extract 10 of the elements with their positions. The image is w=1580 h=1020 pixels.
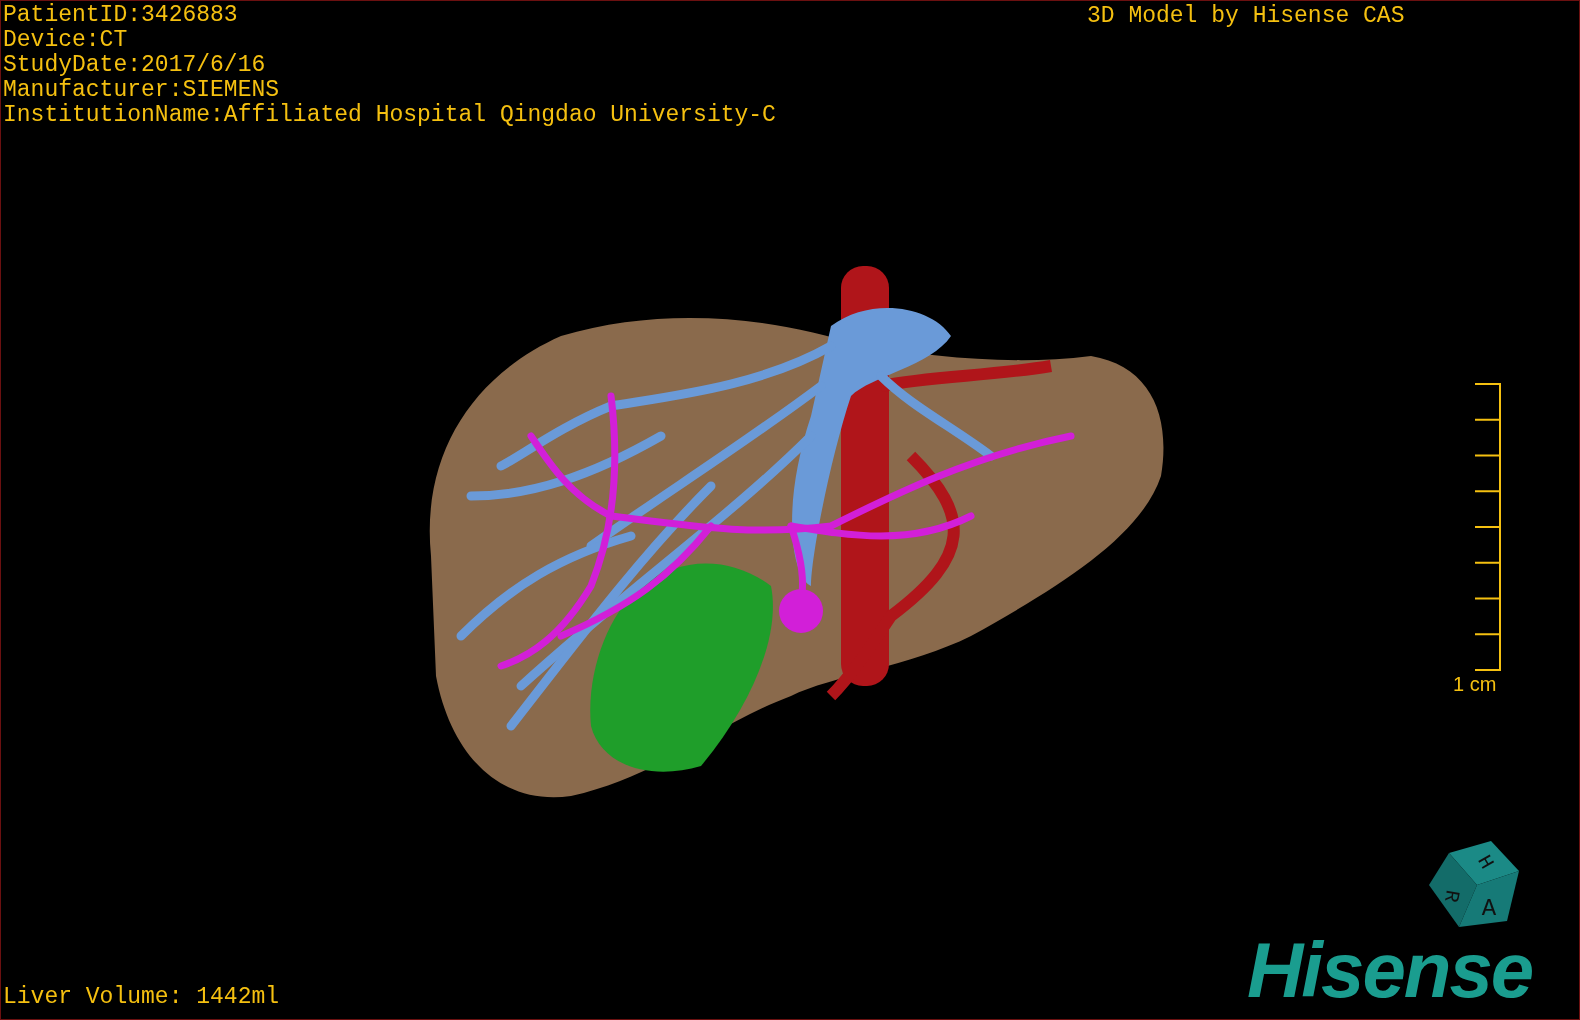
info-text: Device:CT xyxy=(3,28,129,53)
logo-text: Hisense xyxy=(1247,929,1533,1011)
scale-bar-icon xyxy=(1475,383,1503,671)
info-text: StudyDate:2017/6/16 xyxy=(3,53,267,78)
model-credit-text: 3D Model by Hisense CAS xyxy=(1087,4,1405,29)
info-text: Manufacturer:SIEMENS xyxy=(3,78,281,103)
info-text: PatientID:3426883 xyxy=(3,3,239,28)
info-text: InstitutionName:Affiliated Hospital Qingdao University-C xyxy=(3,103,776,128)
scale-label: 1 cm xyxy=(1453,673,1497,695)
liver-volume-text: Liver Volume: 1442ml xyxy=(3,985,280,1010)
